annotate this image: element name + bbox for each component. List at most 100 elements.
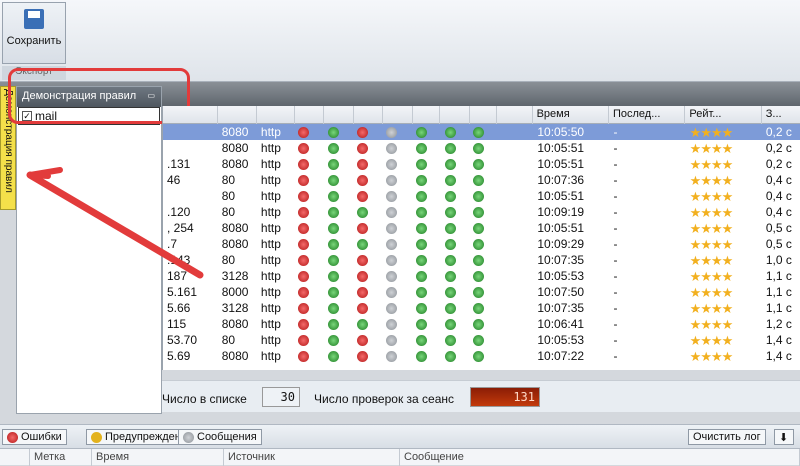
table-row[interactable]: 115 8080 http 10:06:41 - ★★★★ 1,2 c [163,316,800,332]
ok-icon [472,319,484,331]
cell-protocol: http [260,125,281,139]
table-row[interactable]: 80 http 10:05:51 - ★★★★ 0,4 c [163,188,800,204]
column-header[interactable] [257,106,295,124]
fail-icon [298,143,310,155]
fail-icon [298,127,310,139]
cell-status [294,300,323,316]
cell-status [324,268,353,284]
cell-port: 80 [221,189,236,203]
fail-icon [298,319,310,331]
ok-icon [445,159,457,171]
table-row[interactable]: 5.66 3128 http 10:07:35 - ★★★★ 1,1 c [163,300,800,316]
messages-button[interactable]: Сообщения [178,429,262,445]
cell-rating: ★★★★ [689,157,734,172]
errors-button[interactable]: Ошибки [2,429,67,445]
column-header[interactable] [497,106,533,124]
cell-status [382,172,411,188]
table-row[interactable]: 5.69 8080 http 10:07:22 - ★★★★ 1,4 c [163,348,800,364]
cell-last: - [613,269,618,283]
cell-status [469,236,498,252]
table-row[interactable]: .131 8080 http 10:05:51 - ★★★★ 0,2 c [163,156,800,172]
cell-spacer [498,348,533,364]
cell-status [412,332,441,348]
cell-status [469,204,498,220]
cell-status [412,316,441,332]
unknown-icon [386,127,398,139]
cell-time: 10:05:53 [537,269,585,283]
column-header[interactable]: Рейт... [685,106,762,124]
cell-status [324,300,353,316]
table-row[interactable]: 53.70 80 http 10:05:53 - ★★★★ 1,4 c [163,332,800,348]
column-header[interactable]: Послед... [609,106,686,124]
cell-time: 10:05:50 [537,125,585,139]
fail-icon [298,159,310,171]
column-header[interactable] [354,106,384,124]
cell-status [441,332,468,348]
ok-icon [356,319,368,331]
column-header[interactable] [295,106,325,124]
ok-icon [415,191,427,203]
cell-status [324,252,353,268]
cell-status [441,188,468,204]
cell-status [469,284,498,300]
column-header[interactable] [383,106,413,124]
table-row[interactable]: , 254 8080 http 10:05:51 - ★★★★ 0,5 c [163,220,800,236]
clear-log-button[interactable]: Очистить лог [688,429,766,445]
column-header[interactable] [413,106,441,124]
fail-icon [356,159,368,171]
table-row[interactable]: .143 80 http 10:07:35 - ★★★★ 1,0 c [163,252,800,268]
cell-spacer [498,156,533,172]
cell-status [294,332,323,348]
cell-status [294,268,323,284]
unknown-icon [386,303,398,315]
fail-icon [356,223,368,235]
table-row[interactable]: 46 80 http 10:07:36 - ★★★★ 0,4 c [163,172,800,188]
cell-status [441,156,468,172]
ok-icon [472,271,484,283]
cell-last: - [613,157,618,171]
download-icon[interactable]: ⬇ [774,429,794,445]
table-row[interactable]: 8080 http 10:05:50 - ★★★★ 0,2 c [163,124,800,140]
cell-response: 1,0 c [765,253,792,267]
table-row[interactable]: .120 80 http 10:09:19 - ★★★★ 0,4 c [163,204,800,220]
cell-time: 10:06:41 [537,317,585,331]
ok-icon [327,175,339,187]
cell-protocol: http [260,333,281,347]
column-header[interactable] [218,106,258,124]
cell-rating: ★★★★ [689,173,734,188]
ok-icon [472,303,484,315]
cell-status [353,156,382,172]
ok-icon [472,351,484,363]
ok-icon [356,207,368,219]
fail-icon [356,191,368,203]
ok-icon [415,223,427,235]
cell-status [382,188,411,204]
column-header[interactable]: З... [762,106,800,124]
table-row[interactable]: 187 3128 http 10:05:53 - ★★★★ 1,1 c [163,268,800,284]
cell-status [382,252,411,268]
cell-response: 0,4 c [765,189,792,203]
column-header[interactable] [470,106,498,124]
cell-status [353,348,382,364]
cell-last: - [613,285,618,299]
cell-time: 10:05:51 [537,157,585,171]
cell-status [294,252,323,268]
column-header[interactable]: Время [533,106,609,124]
column-header[interactable] [163,106,218,124]
table-row[interactable]: .7 8080 http 10:09:29 - ★★★★ 0,5 c [163,236,800,252]
column-header[interactable] [440,106,470,124]
ok-icon [327,255,339,267]
save-button[interactable]: Сохранить [2,2,66,64]
cell-address: 5.66 [167,301,191,315]
ok-icon [445,271,457,283]
cell-rating: ★★★★ [689,189,734,204]
table-row[interactable]: 8080 http 10:05:51 - ★★★★ 0,2 c [163,140,800,156]
column-header[interactable] [324,106,354,124]
table-row[interactable]: 5.161 8000 http 10:07:50 - ★★★★ 1,1 c [163,284,800,300]
cell-last: - [613,317,618,331]
cell-response: 1,1 c [765,285,792,299]
cell-response: 1,1 c [765,301,792,315]
fail-icon [298,207,310,219]
cell-rating: ★★★★ [689,269,734,284]
ok-icon [472,207,484,219]
